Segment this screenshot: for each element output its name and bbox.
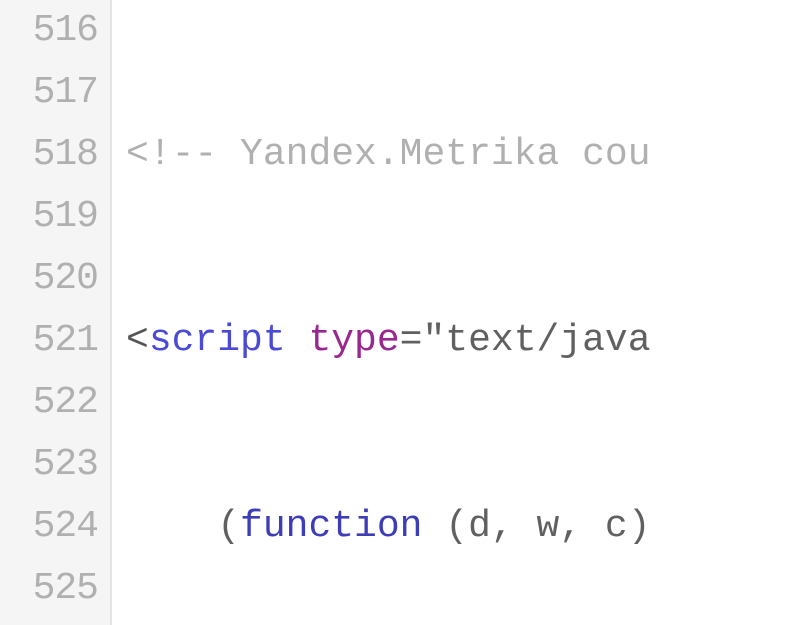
- token-keyword: function: [240, 496, 422, 558]
- line-number: 525: [10, 558, 98, 620]
- line-number: 517: [10, 62, 98, 124]
- token-comment: Yandex.Metrika cou: [240, 124, 650, 186]
- code-area[interactable]: <!-- Yandex.Metrika cou <script type="te…: [112, 0, 651, 625]
- token-text: [286, 310, 309, 372]
- code-editor: 516 517 518 519 520 521 522 523 524 525 …: [0, 0, 807, 625]
- token-comment: <!--: [126, 124, 240, 186]
- line-number: 519: [10, 186, 98, 248]
- token-text: (: [126, 496, 240, 558]
- code-line: <script type="text/java: [126, 310, 651, 372]
- line-number: 524: [10, 496, 98, 558]
- token-attr: type: [308, 310, 399, 372]
- token-punct: <: [126, 310, 149, 372]
- line-number: 516: [10, 0, 98, 62]
- token-text: (d, w, c): [422, 496, 650, 558]
- code-line: (function (d, w, c): [126, 496, 651, 558]
- line-number: 522: [10, 372, 98, 434]
- line-number: 520: [10, 248, 98, 310]
- line-number: 523: [10, 434, 98, 496]
- token-tag: script: [149, 310, 286, 372]
- code-line: <!-- Yandex.Metrika cou: [126, 124, 651, 186]
- line-number: 518: [10, 124, 98, 186]
- line-number-gutter: 516 517 518 519 520 521 522 523 524 525: [0, 0, 112, 625]
- token-text: ="text/java: [400, 310, 651, 372]
- line-number: 521: [10, 310, 98, 372]
